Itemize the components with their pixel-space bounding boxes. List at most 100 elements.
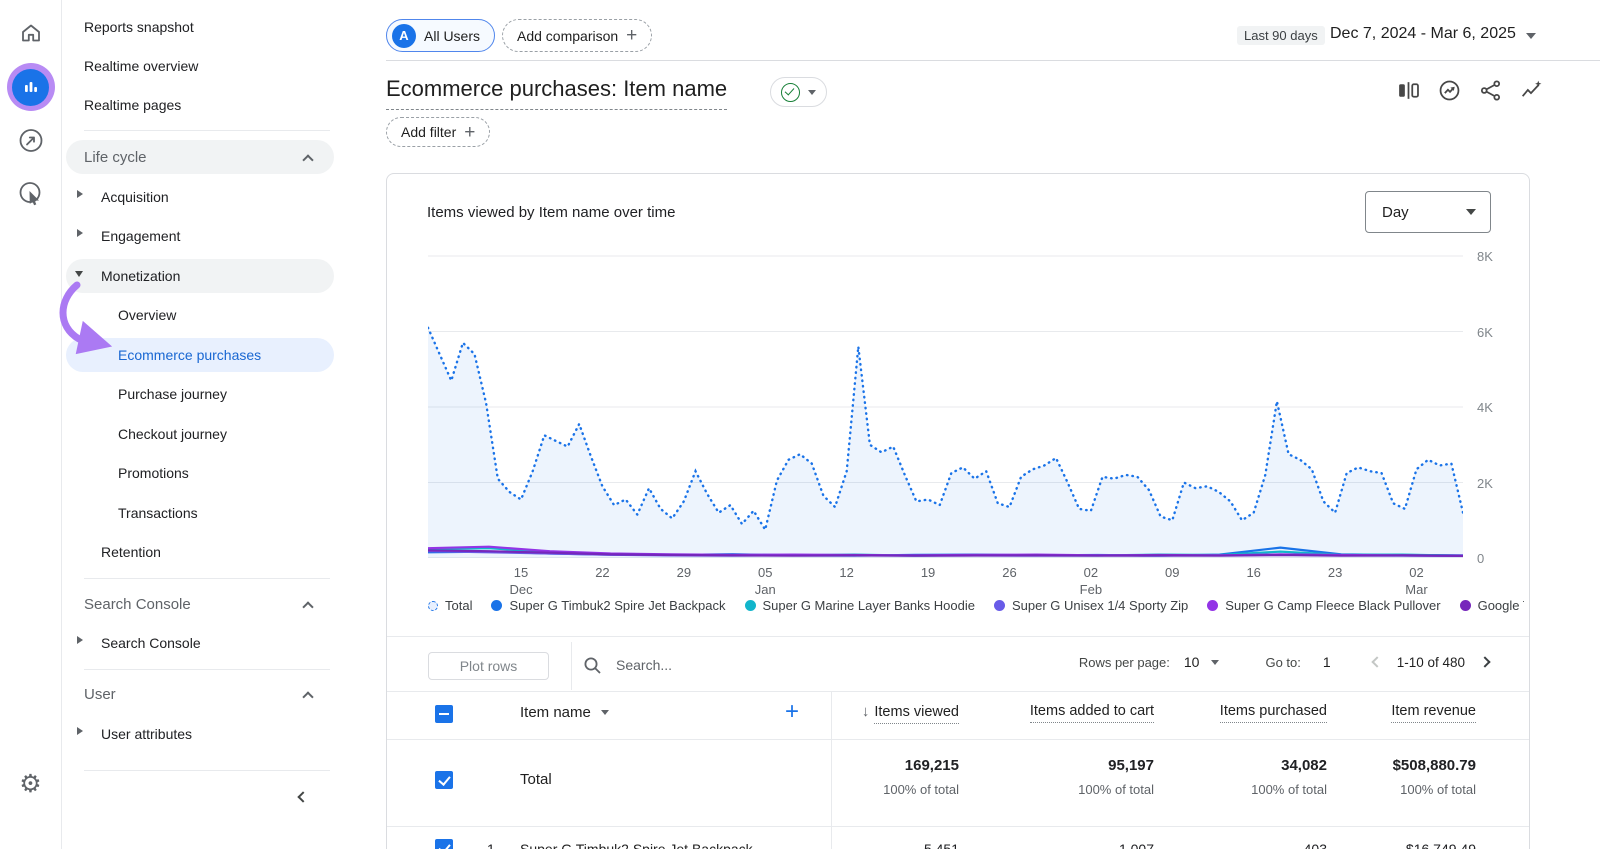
header-bottom-border [387, 739, 1529, 740]
next-page-icon[interactable] [1479, 656, 1490, 667]
expander-right-icon[interactable] [77, 727, 83, 735]
header-top-border [387, 691, 1529, 692]
expander-down-icon[interactable] [75, 271, 83, 277]
table-search [583, 652, 836, 678]
rows-per-page-label: Rows per page: [1079, 655, 1170, 670]
collection-header-search-console[interactable]: Search Console [84, 596, 191, 613]
sidebar-item-user-attributes[interactable]: User attributes [101, 726, 192, 742]
legend-dot [994, 600, 1005, 611]
total-items-purchased: 34,082 [1281, 757, 1327, 774]
explore-icon[interactable] [17, 127, 44, 154]
advertising-icon[interactable] [17, 180, 44, 207]
total-items-purchased-pct: 100% of total [1251, 782, 1327, 797]
sidebar-item-overview[interactable]: Overview [118, 307, 176, 323]
legend-item: Super G Camp Fleece Black Pullover [1207, 598, 1440, 613]
add-comparison-label: Add comparison [517, 28, 618, 44]
audience-chip-all-users[interactable]: A All Users [386, 19, 495, 52]
search-icon [583, 656, 602, 675]
legend-item-total: Total [428, 598, 472, 613]
legend-label: Total [445, 598, 472, 613]
edit-comparisons-icon[interactable] [1396, 78, 1421, 103]
previous-page-icon[interactable] [1371, 656, 1382, 667]
sidebar-item-realtime-overview[interactable]: Realtime overview [84, 58, 198, 74]
goto-label: Go to: [1265, 655, 1300, 670]
audience-avatar: A [392, 24, 416, 48]
row-checkbox[interactable] [435, 839, 453, 849]
sidebar-item-retention[interactable]: Retention [101, 544, 161, 560]
metric-label: Items viewed [874, 704, 959, 724]
selected-ring [7, 63, 55, 111]
sidebar-item-purchase-journey[interactable]: Purchase journey [118, 386, 227, 402]
sidebar-item-transactions[interactable]: Transactions [118, 505, 198, 521]
chevron-down-icon [601, 710, 609, 715]
sidebar-item-promotions[interactable]: Promotions [118, 465, 189, 481]
report-status-badge[interactable] [770, 77, 827, 107]
select-all-checkbox[interactable] [435, 705, 453, 723]
check-circle-icon [781, 83, 800, 102]
report-header-actions [1396, 78, 1544, 103]
total-row-label: Total [520, 771, 552, 788]
x-axis-labels: 15 Dec222905 Jan12192602 Feb09162302 Mar [428, 564, 1463, 600]
expander-right-icon[interactable] [77, 229, 83, 237]
topbar-divider [386, 60, 1600, 61]
left-icon-rail: ⚙ [0, 0, 62, 849]
add-filter-label: Add filter [401, 124, 456, 140]
home-icon[interactable] [19, 21, 43, 45]
chevron-down-icon[interactable] [1211, 660, 1219, 665]
plot-rows-button[interactable]: Plot rows [428, 652, 549, 680]
add-filter-button[interactable]: Add filter + [386, 117, 490, 147]
expander-right-icon[interactable] [77, 190, 83, 198]
sidebar-item-search-console[interactable]: Search Console [101, 635, 201, 651]
date-preset-badge: Last 90 days [1237, 26, 1325, 45]
expander-right-icon[interactable] [77, 636, 83, 644]
total-items-viewed: 169,215 [905, 757, 959, 774]
chevron-up-icon[interactable] [302, 601, 313, 612]
row-rank: 1 [487, 841, 495, 849]
reports-sidebar: Reports snapshot Realtime overview Realt… [62, 0, 365, 849]
column-header-item-revenue[interactable]: Item revenue [1391, 703, 1476, 719]
sidebar-item-ecommerce-purchases[interactable]: Ecommerce purchases [118, 347, 261, 363]
table-top-divider [387, 636, 1529, 637]
column-header-item-name[interactable]: Item name [520, 704, 609, 721]
total-items-viewed-pct: 100% of total [883, 782, 959, 797]
admin-gear-icon[interactable]: ⚙ [19, 772, 41, 797]
granularity-select[interactable]: Day [1365, 191, 1491, 233]
plus-icon: + [626, 26, 637, 45]
chevron-down-icon[interactable] [1526, 33, 1536, 39]
plus-icon: + [464, 123, 475, 142]
sort-desc-icon: ↓ [862, 703, 870, 720]
row-item-revenue: $16,749.49 [1406, 841, 1476, 849]
search-input[interactable] [616, 652, 836, 678]
sidebar-item-reports-snapshot[interactable]: Reports snapshot [84, 19, 194, 35]
sidebar-divider [84, 578, 330, 579]
share-icon[interactable] [1478, 78, 1503, 103]
insights-sparkline-icon[interactable] [1519, 78, 1544, 103]
sidebar-item-realtime-pages[interactable]: Realtime pages [84, 97, 181, 113]
column-header-items-viewed[interactable]: ↓Items viewed [862, 703, 959, 720]
chevron-up-icon[interactable] [302, 691, 313, 702]
sidebar-item-acquisition[interactable]: Acquisition [101, 189, 169, 205]
collapse-sidebar-icon[interactable] [297, 791, 308, 802]
row-item-name: Super G Timbuk2 Spire Jet Backpack [520, 841, 753, 849]
page-title[interactable]: Ecommerce purchases: Item name [386, 76, 727, 110]
add-comparison-button[interactable]: Add comparison + [502, 19, 652, 52]
sidebar-item-engagement[interactable]: Engagement [101, 228, 180, 244]
granularity-value: Day [1382, 204, 1409, 221]
trend-circle-icon[interactable] [1437, 78, 1462, 103]
legend-dot [1207, 600, 1218, 611]
chevron-down-icon [1466, 209, 1476, 215]
total-row-checkbox[interactable] [435, 771, 453, 789]
date-range-picker[interactable]: Dec 7, 2024 - Mar 6, 2025 [1330, 25, 1516, 43]
rows-per-page-value[interactable]: 10 [1184, 654, 1200, 670]
legend-label: Super G Camp Fleece Black Pullover [1225, 598, 1440, 613]
sidebar-item-monetization[interactable]: Monetization [101, 268, 180, 284]
reports-icon-selected[interactable] [7, 63, 55, 111]
sidebar-item-checkout-journey[interactable]: Checkout journey [118, 426, 227, 442]
goto-input[interactable]: 1 [1323, 654, 1331, 670]
column-header-items-added[interactable]: Items added to cart [1030, 703, 1154, 719]
collection-header-life-cycle[interactable]: Life cycle [84, 149, 147, 166]
collection-header-user[interactable]: User [84, 686, 116, 703]
column-header-items-purchased[interactable]: Items purchased [1220, 703, 1327, 719]
add-column-icon[interactable]: + [785, 698, 799, 726]
legend-dot [1460, 600, 1471, 611]
